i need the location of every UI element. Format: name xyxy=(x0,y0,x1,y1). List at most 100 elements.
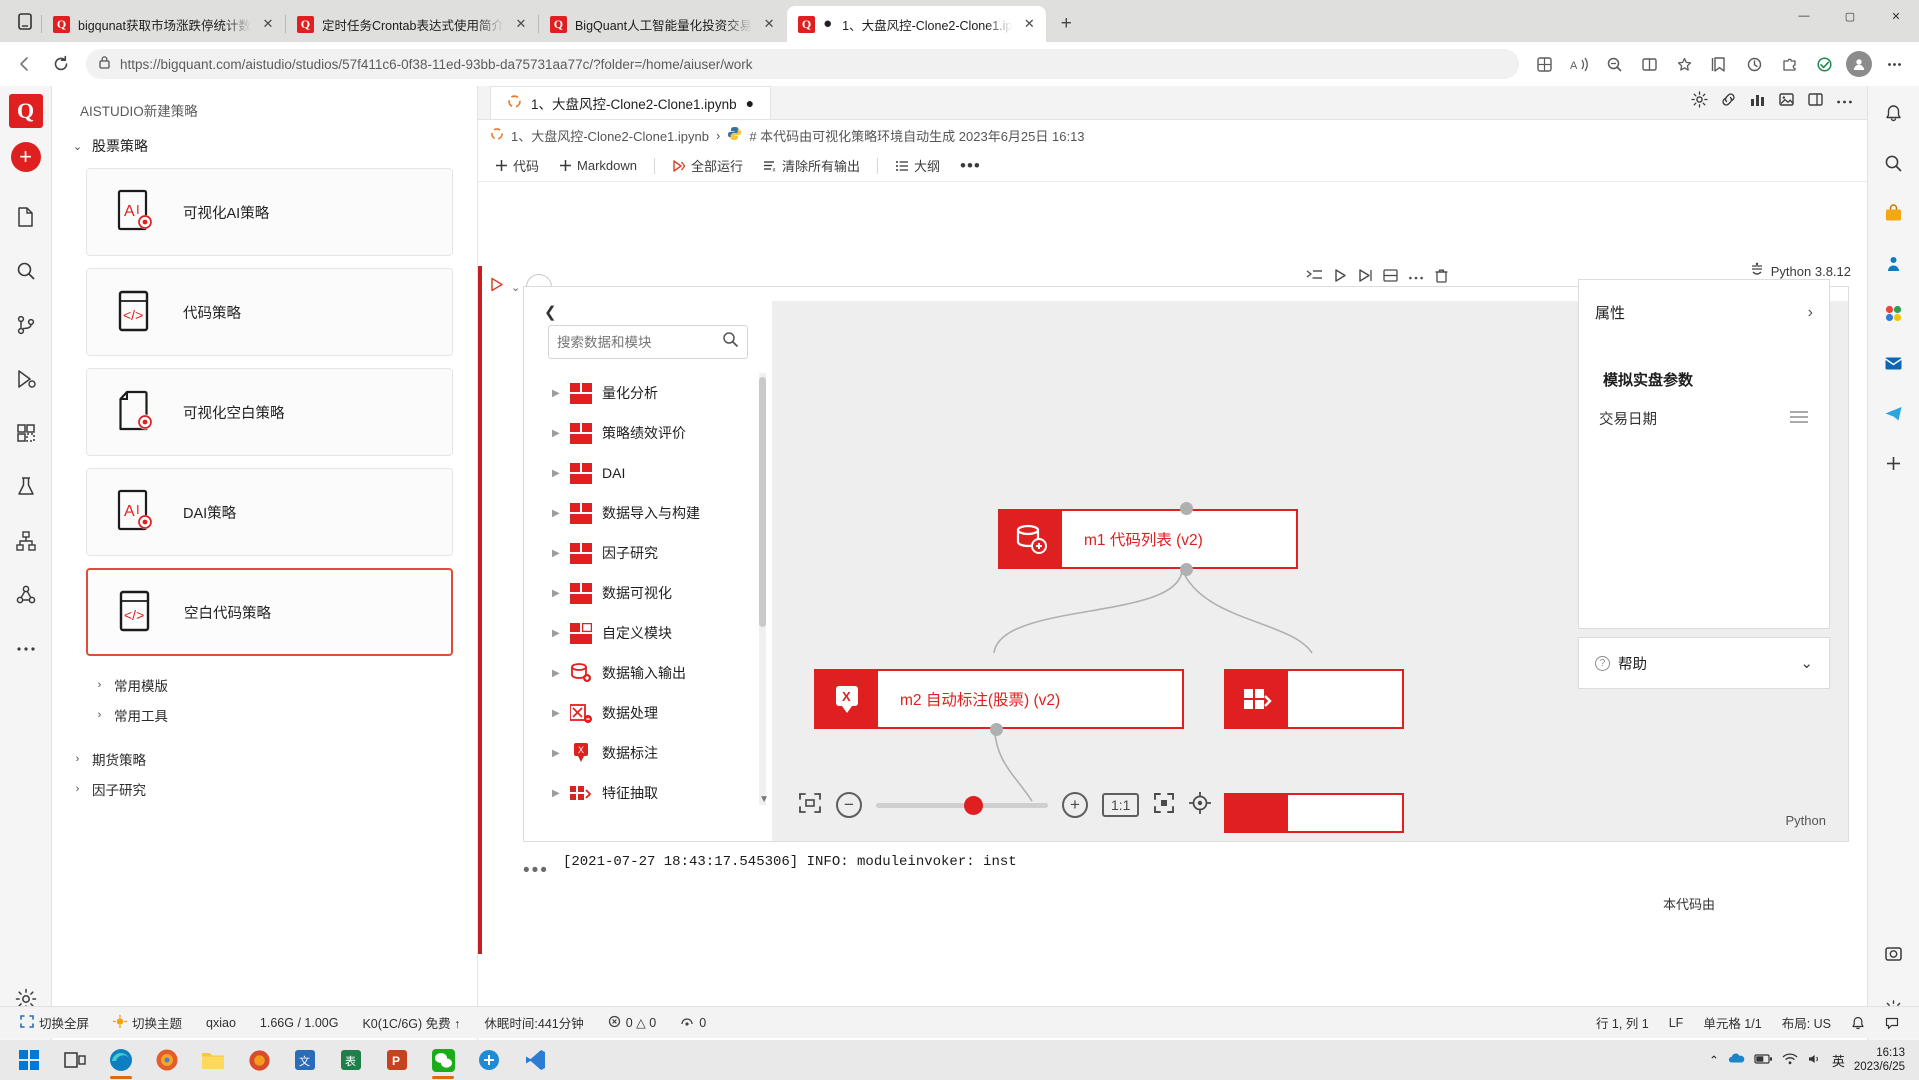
browser-tab-2[interactable]: Q 定时任务Crontab表达式使用简介 ✕ xyxy=(284,6,538,42)
read-aloud-icon[interactable]: A xyxy=(1562,47,1596,81)
module-search-box[interactable] xyxy=(548,325,748,359)
sidebar-item-factor-research[interactable]: › 因子研究 xyxy=(72,774,477,804)
strategy-card-visual-blank[interactable]: 可视化空白策略 xyxy=(86,368,453,456)
zoom-ratio-button[interactable]: 1:1 xyxy=(1102,793,1140,817)
sitemap-icon[interactable] xyxy=(5,514,47,568)
gear-icon[interactable] xyxy=(1691,91,1708,113)
collapse-left-icon[interactable]: ❮ xyxy=(544,303,557,321)
status-eol[interactable]: LF xyxy=(1659,1016,1694,1030)
output-more-icon[interactable]: ••• xyxy=(523,854,549,882)
onedrive-icon[interactable] xyxy=(1728,1052,1745,1068)
tree-node[interactable]: ▶ 量化分析 xyxy=(540,373,772,413)
maximize-button[interactable]: ▢ xyxy=(1827,0,1873,32)
address-bar[interactable]: https://bigquant.com/aistudio/studios/57… xyxy=(86,49,1519,79)
fit-screen-icon[interactable] xyxy=(798,792,822,819)
tree-scroll-down-icon[interactable]: ▼ xyxy=(759,794,769,805)
breadcrumb-file[interactable]: 1、大盘风控-Clone2-Clone1.ipynb xyxy=(511,126,709,145)
search-icon[interactable] xyxy=(5,244,47,298)
delete-icon[interactable] xyxy=(1434,268,1449,288)
new-item-button[interactable]: + xyxy=(10,142,41,172)
tab-close-icon[interactable]: ✕ xyxy=(259,15,277,33)
back-arrow-icon[interactable] xyxy=(8,47,42,81)
notifications-icon[interactable] xyxy=(1877,98,1911,128)
zoom-in-button[interactable]: + xyxy=(1062,792,1088,818)
chevron-down-icon[interactable]: ⌄ xyxy=(1800,654,1813,672)
search-icon[interactable] xyxy=(722,331,739,353)
breadcrumb-cell-title[interactable]: # 本代码由可视化策略环境自动生成 2023年6月25日 16:13 xyxy=(749,126,1084,145)
tree-node[interactable]: ▶ 数据导入与构建 xyxy=(540,493,772,533)
more-icon[interactable] xyxy=(1408,269,1424,287)
run-cell-icon[interactable] xyxy=(1333,268,1348,288)
panel-icon[interactable] xyxy=(1807,91,1824,113)
status-cell-index[interactable]: 单元格 1/1 xyxy=(1693,1013,1771,1032)
add-markdown-cell-button[interactable]: Markdown xyxy=(550,155,646,176)
tree-node[interactable]: ▶ 因子研究 xyxy=(540,533,772,573)
app1-icon[interactable]: 文 xyxy=(282,1040,328,1080)
zoom-icon[interactable] xyxy=(1597,47,1631,81)
history-icon[interactable] xyxy=(1737,47,1771,81)
status-feedback-icon[interactable] xyxy=(1875,1016,1909,1030)
sidebar-item-common-tools[interactable]: › 常用工具 xyxy=(94,700,477,730)
volume-icon[interactable] xyxy=(1807,1053,1823,1068)
center-icon[interactable] xyxy=(1189,791,1212,819)
flow-node-m3[interactable] xyxy=(1224,669,1404,729)
status-resource[interactable]: K0(1C/6G) 免费 ↑ xyxy=(352,1013,470,1032)
sidebar-group-stock-strategy[interactable]: ⌄ 股票策略 xyxy=(52,132,477,160)
browser-tab-1[interactable]: Q bigqunat获取市场涨跌停统计数 ✕ xyxy=(41,6,285,42)
collections-icon[interactable] xyxy=(1527,47,1561,81)
image-icon[interactable] xyxy=(1778,91,1795,113)
tree-node[interactable]: ▶ 自定义模块 xyxy=(540,613,772,653)
link-icon[interactable] xyxy=(1720,91,1737,113)
tab-close-icon[interactable]: ✕ xyxy=(760,15,778,33)
edge-icon[interactable] xyxy=(98,1040,144,1080)
strategy-card-blank-code[interactable]: </> 空白代码策略 xyxy=(86,568,453,656)
tree-node[interactable]: ▶ 特征抽取 xyxy=(540,773,772,805)
browser-tab-3[interactable]: Q BigQuant人工智能量化投资交易 ✕ xyxy=(537,6,787,42)
search-icon[interactable] xyxy=(1877,148,1911,178)
tree-node[interactable]: ▶ 数据处理 xyxy=(540,693,772,733)
sidebar-item-futures-strategy[interactable]: › 期货策略 xyxy=(72,744,477,774)
new-tab-button[interactable]: + xyxy=(1051,9,1081,39)
more-rail-icon[interactable] xyxy=(5,622,47,676)
tab-close-icon[interactable]: ✕ xyxy=(512,15,530,33)
tree-node[interactable]: ▶ 策略绩效评价 xyxy=(540,413,772,453)
node-output-port[interactable] xyxy=(990,723,1003,736)
browser-essentials-icon[interactable] xyxy=(1807,47,1841,81)
strategy-card-dai[interactable]: AI DAI策略 xyxy=(86,468,453,556)
zoom-out-button[interactable]: − xyxy=(836,792,862,818)
start-icon[interactable] xyxy=(6,1040,52,1080)
notebook-more-button[interactable]: ••• xyxy=(951,153,990,179)
notebook-tab[interactable]: 1、大盘风控-Clone2-Clone1.ipynb ● xyxy=(490,86,772,119)
search-input[interactable] xyxy=(557,334,717,350)
flow-node-m4[interactable] xyxy=(1224,793,1404,833)
list-icon[interactable] xyxy=(1789,410,1809,428)
files-icon[interactable] xyxy=(5,190,47,244)
tree-scrollbar-thumb[interactable] xyxy=(759,377,766,627)
wechat-icon[interactable] xyxy=(420,1040,466,1080)
zoom-slider[interactable] xyxy=(876,795,1048,815)
flow-node-m1[interactable]: m1 代码列表 (v2) xyxy=(998,502,1298,576)
outlook-icon[interactable] xyxy=(1877,348,1911,378)
network-icon[interactable] xyxy=(1782,1052,1798,1068)
status-toggle-fullscreen[interactable]: 切换全屏 xyxy=(10,1013,99,1032)
firefox-icon[interactable] xyxy=(144,1040,190,1080)
app3-icon[interactable] xyxy=(466,1040,512,1080)
add-sidebar-icon[interactable] xyxy=(1877,448,1911,478)
zoom-slider-knob[interactable] xyxy=(964,795,983,815)
status-sleep-time[interactable]: 休眠时间:441分钟 xyxy=(474,1013,593,1032)
task-view-icon[interactable] xyxy=(52,1040,98,1080)
run-debug-icon[interactable] xyxy=(5,352,47,406)
vscode-icon[interactable] xyxy=(512,1040,558,1080)
tree-node[interactable]: ▶ X 数据标注 xyxy=(540,733,772,773)
status-bell-icon[interactable] xyxy=(1841,1016,1875,1030)
tab-close-icon[interactable]: ✕ xyxy=(1020,15,1038,33)
reload-icon[interactable] xyxy=(44,47,78,81)
run-all-button[interactable]: 全部运行 xyxy=(663,153,752,178)
shopping-icon[interactable] xyxy=(1877,198,1911,228)
more-options-icon[interactable] xyxy=(1877,47,1911,81)
expand-icon[interactable] xyxy=(1153,792,1175,819)
add-code-cell-button[interactable]: 代码 xyxy=(486,153,548,178)
tree-node[interactable]: ▶ DAI xyxy=(540,453,772,493)
battery-icon[interactable] xyxy=(1754,1053,1773,1068)
strategy-card-code[interactable]: </> 代码策略 xyxy=(86,268,453,356)
